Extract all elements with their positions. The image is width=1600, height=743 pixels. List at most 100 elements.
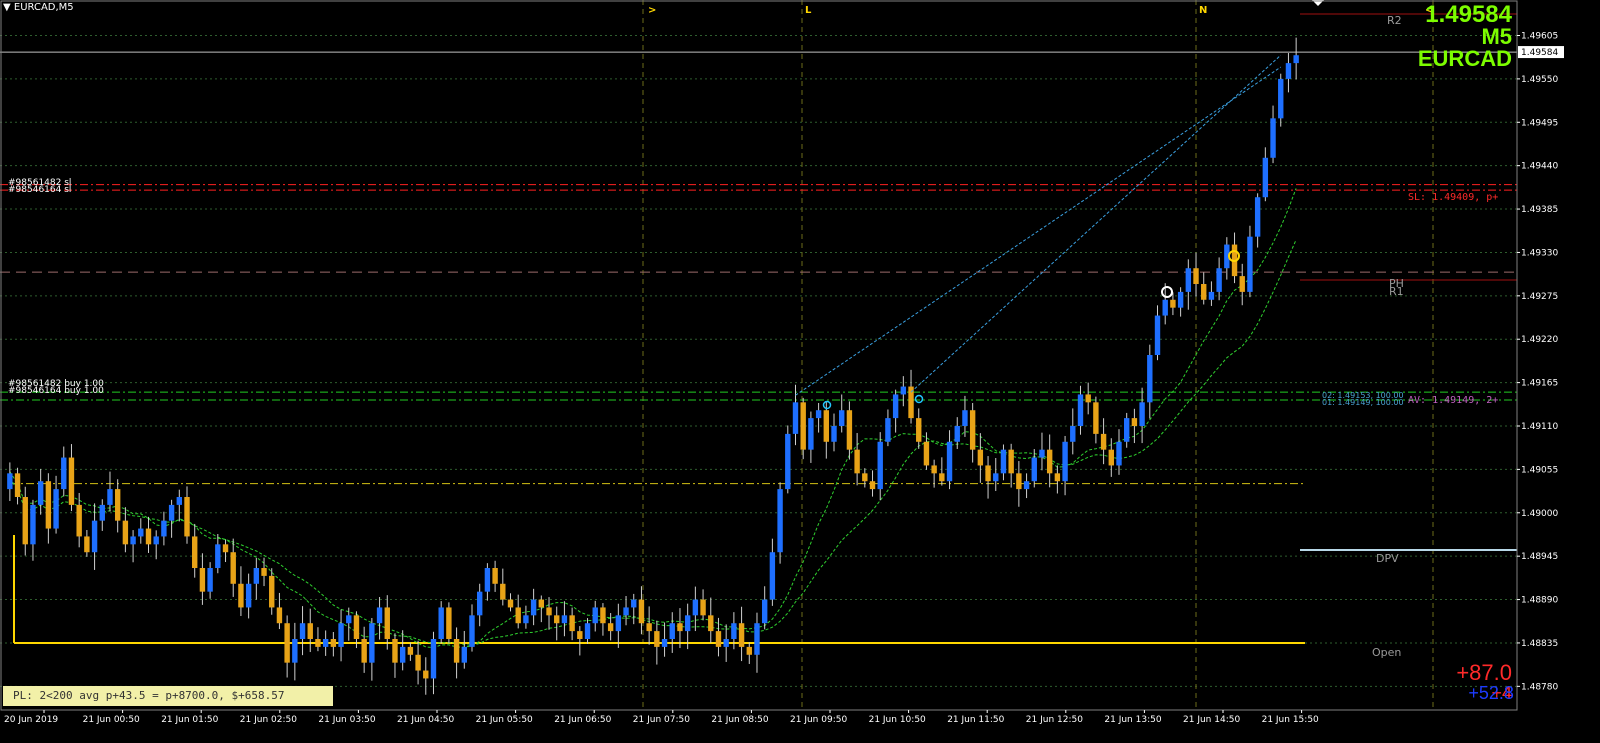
bear-candle xyxy=(276,607,283,624)
bear-candle xyxy=(492,568,498,584)
bear-candle xyxy=(1170,299,1176,308)
time-tick-label: 21 Jun 06:50 xyxy=(554,715,611,725)
bear-candle xyxy=(569,615,575,632)
price-tick-label: 1.48945 xyxy=(1521,552,1558,562)
bear-candle xyxy=(184,497,190,537)
bull-candle xyxy=(138,528,144,537)
price-tick-label: 1.49165 xyxy=(1521,379,1558,389)
bull-candle xyxy=(37,481,44,505)
bear-candle xyxy=(1100,433,1107,450)
bear-candle xyxy=(307,623,313,639)
bear-candle xyxy=(1108,449,1114,466)
time-tick-label: 21 Jun 04:50 xyxy=(397,715,454,725)
bull-candle xyxy=(777,489,783,553)
bear-candle xyxy=(869,481,876,490)
bull-candle xyxy=(1124,418,1130,442)
bull-candle xyxy=(7,473,13,490)
bear-candle xyxy=(1054,473,1061,482)
current-price-tag-text: 1.49584 xyxy=(1521,48,1558,58)
price-tick-label: 1.49220 xyxy=(1521,335,1558,345)
bear-candle xyxy=(407,646,414,655)
bear-candle xyxy=(862,473,868,482)
bull-candle xyxy=(299,623,306,639)
pnl-secondary: +4 +52.8 xyxy=(1456,684,1514,702)
bull-candle xyxy=(461,646,467,663)
bear-candle xyxy=(800,402,806,450)
bull-candle xyxy=(892,394,899,419)
bear-candle xyxy=(415,654,421,671)
price-chart[interactable]: > L N <R2PHR1DPVOpenSL: 1.49409, p+AV: 1.49… xyxy=(0,0,1600,743)
price-tick-label: 1.49550 xyxy=(1521,75,1558,85)
time-tick-label: 20 Jun 2019 xyxy=(4,715,58,725)
bull-candle xyxy=(399,646,406,663)
bear-candle xyxy=(68,457,75,505)
bear-candle xyxy=(715,631,722,647)
bull-candle xyxy=(1247,236,1253,292)
time-tick-label: 21 Jun 02:50 xyxy=(240,715,297,725)
bull-candle xyxy=(1285,63,1292,79)
bear-candle xyxy=(230,552,236,584)
bear-candle xyxy=(908,386,914,419)
bear-candle xyxy=(315,639,321,647)
bear-candle xyxy=(384,607,390,639)
bull-candle xyxy=(99,504,105,521)
bear-candle xyxy=(507,599,514,608)
bull-candle xyxy=(338,623,344,647)
r1-label: R1 xyxy=(1389,285,1404,298)
price-tick-label: 1.49605 xyxy=(1521,32,1558,42)
bear-candle xyxy=(985,465,991,482)
bull-candle xyxy=(561,615,568,624)
bear-candle xyxy=(708,615,714,632)
bull-candle xyxy=(731,623,737,639)
bull-candle xyxy=(785,433,791,490)
session-marker: L xyxy=(805,5,812,16)
bear-candle xyxy=(846,410,853,450)
av-text: AV: 1.49149, 2+ xyxy=(1408,395,1498,406)
bear-candle xyxy=(145,528,152,545)
bull-candle xyxy=(615,615,622,632)
bear-candle xyxy=(738,623,745,647)
dropdown-triangle-icon[interactable]: ▼ xyxy=(3,2,11,13)
bull-candle xyxy=(1023,481,1030,490)
bull-candle xyxy=(831,426,837,442)
order-sl-b-label: #98546164 sl xyxy=(8,185,71,195)
bear-candle xyxy=(577,631,583,639)
pnl-display: +87.0 +4 +52.8 xyxy=(1456,662,1514,703)
symbol-label[interactable]: ▼ EURCAD,M5 xyxy=(3,2,74,13)
session-marker: > xyxy=(648,5,656,16)
bull-candle xyxy=(1062,441,1068,482)
bull-candle xyxy=(946,441,953,482)
bull-candle xyxy=(1116,441,1122,466)
bull-candle xyxy=(430,639,437,679)
bear-candle xyxy=(1093,402,1099,434)
bull-candle xyxy=(523,615,529,624)
bull-candle xyxy=(469,615,475,647)
bull-candle xyxy=(1185,268,1192,292)
bear-candle xyxy=(423,670,429,679)
bull-candle xyxy=(1077,394,1084,426)
bull-candle xyxy=(993,473,999,482)
price-tick-label: 1.49385 xyxy=(1521,205,1558,215)
bear-candle xyxy=(700,599,706,616)
bull-candle xyxy=(1039,449,1045,458)
price-tick-label: 1.48890 xyxy=(1521,596,1558,606)
bull-candle xyxy=(376,607,383,624)
bull-candle xyxy=(1270,118,1276,158)
bear-candle xyxy=(45,481,52,529)
bull-candle xyxy=(808,418,814,450)
time-tick-label: 21 Jun 00:50 xyxy=(83,715,140,725)
bull-candle xyxy=(954,426,960,442)
bear-candle xyxy=(638,599,645,624)
bear-candle xyxy=(192,536,198,568)
price-tick-label: 1.49055 xyxy=(1521,465,1558,475)
bull-candle xyxy=(30,504,36,545)
bear-candle xyxy=(939,473,945,482)
bull-candle xyxy=(631,599,637,608)
bear-candle xyxy=(677,623,683,632)
bull-candle xyxy=(1254,197,1261,237)
bull-candle xyxy=(769,552,776,600)
bear-candle xyxy=(538,599,545,608)
bull-candle xyxy=(1139,402,1145,426)
bear-candle xyxy=(453,639,460,663)
bear-candle xyxy=(923,441,930,466)
